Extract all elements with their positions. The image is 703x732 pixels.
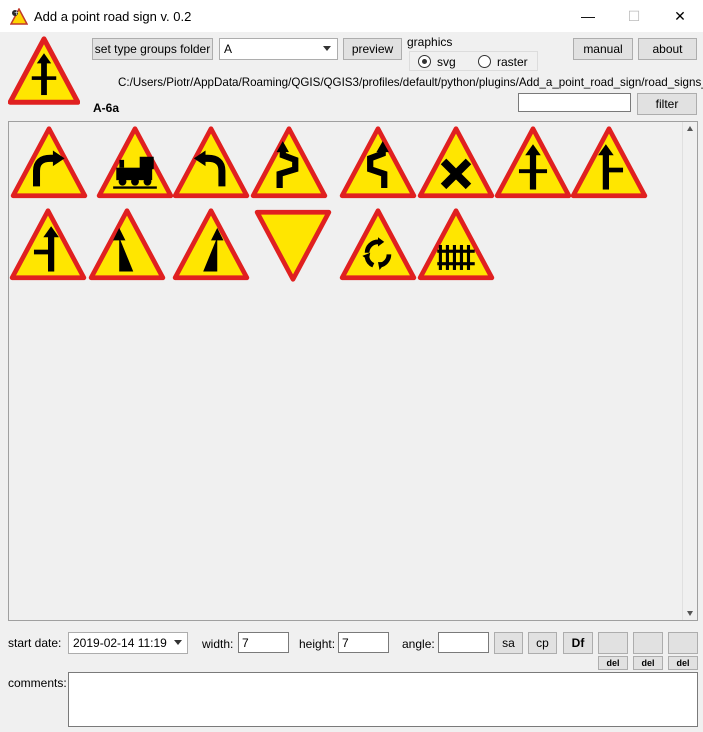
set-type-groups-folder-button[interactable]: set type groups folder <box>92 38 213 60</box>
selected-sign-preview <box>7 36 81 108</box>
raster-radio[interactable] <box>478 55 491 68</box>
crossroad-main-road-sign-icon[interactable] <box>494 124 572 202</box>
comments-label: comments: <box>8 676 67 690</box>
filter-input[interactable] <box>518 93 631 112</box>
svg-radio[interactable] <box>418 55 431 68</box>
width-label: width: <box>202 637 234 651</box>
graphics-label: graphics <box>407 35 453 49</box>
group-select-value: A <box>224 42 233 56</box>
preview-button[interactable]: preview <box>343 38 402 60</box>
window-title: Add a point road sign v. 0.2 <box>34 9 192 24</box>
group-select[interactable]: A <box>219 38 338 60</box>
curve-left-sign-icon[interactable] <box>172 124 250 202</box>
raster-radio-label: raster <box>497 55 528 69</box>
curve-right-sign-icon[interactable] <box>10 124 88 202</box>
barrier-crossing-sign-icon[interactable] <box>417 206 495 284</box>
scroll-down-icon[interactable] <box>687 611 693 616</box>
df-button[interactable]: Df <box>563 632 593 654</box>
folder-path: C:/Users/Piotr/AppData/Roaming/QGIS/QGIS… <box>118 76 703 89</box>
double-curve-left-sign-icon[interactable] <box>339 124 417 202</box>
double-curve-sign-icon[interactable] <box>250 124 328 202</box>
about-button[interactable]: about <box>638 38 697 60</box>
give-way-sign-icon[interactable] <box>254 206 332 284</box>
slot-button-3[interactable] <box>668 632 698 654</box>
side-road-right-sign-icon[interactable] <box>570 124 648 202</box>
manual-button[interactable]: manual <box>573 38 633 60</box>
merge-right-sign-icon[interactable] <box>88 206 166 284</box>
close-button[interactable]: ✕ <box>657 0 703 32</box>
roundabout-sign-icon[interactable] <box>339 206 417 284</box>
angle-input[interactable] <box>438 632 489 653</box>
sign-gallery <box>8 121 698 621</box>
height-input[interactable]: 7 <box>338 632 389 653</box>
svg-radio-label: svg <box>437 55 456 69</box>
angle-label: angle: <box>402 637 435 651</box>
chevron-down-icon <box>174 640 182 645</box>
title-bar: + Add a point road sign v. 0.2 — ☐ ✕ <box>0 0 703 32</box>
slot-button-1[interactable] <box>598 632 628 654</box>
filter-button[interactable]: filter <box>637 93 697 115</box>
slot-button-2[interactable] <box>633 632 663 654</box>
sa-button[interactable]: sa <box>494 632 523 654</box>
crossroad-main-road-sign-icon <box>7 36 81 105</box>
width-input[interactable]: 7 <box>238 632 289 653</box>
start-date-label: start date: <box>8 636 62 650</box>
comments-textarea[interactable] <box>68 672 698 727</box>
minimize-button[interactable]: — <box>565 0 611 32</box>
del-button-3[interactable]: del <box>668 656 698 670</box>
side-road-left-sign-icon[interactable] <box>9 206 87 284</box>
height-label: height: <box>299 637 336 651</box>
chevron-down-icon <box>323 46 331 51</box>
crossroad-sign-icon[interactable] <box>417 124 495 202</box>
cp-button[interactable]: cp <box>528 632 557 654</box>
scroll-up-icon[interactable] <box>687 126 693 131</box>
merge-left-sign-icon[interactable] <box>172 206 250 284</box>
del-button-1[interactable]: del <box>598 656 628 670</box>
vertical-scrollbar[interactable] <box>682 122 697 620</box>
railway-crossing-sign-icon[interactable] <box>96 124 174 202</box>
app-icon: + <box>9 7 29 26</box>
del-button-2[interactable]: del <box>633 656 663 670</box>
start-date-value: 2019-02-14 11:19 <box>73 636 167 650</box>
start-date-picker[interactable]: 2019-02-14 11:19 <box>68 632 188 654</box>
maximize-button[interactable]: ☐ <box>611 0 657 32</box>
svg-text:+: + <box>14 10 19 17</box>
selected-sign-code: A-6a <box>93 101 120 115</box>
